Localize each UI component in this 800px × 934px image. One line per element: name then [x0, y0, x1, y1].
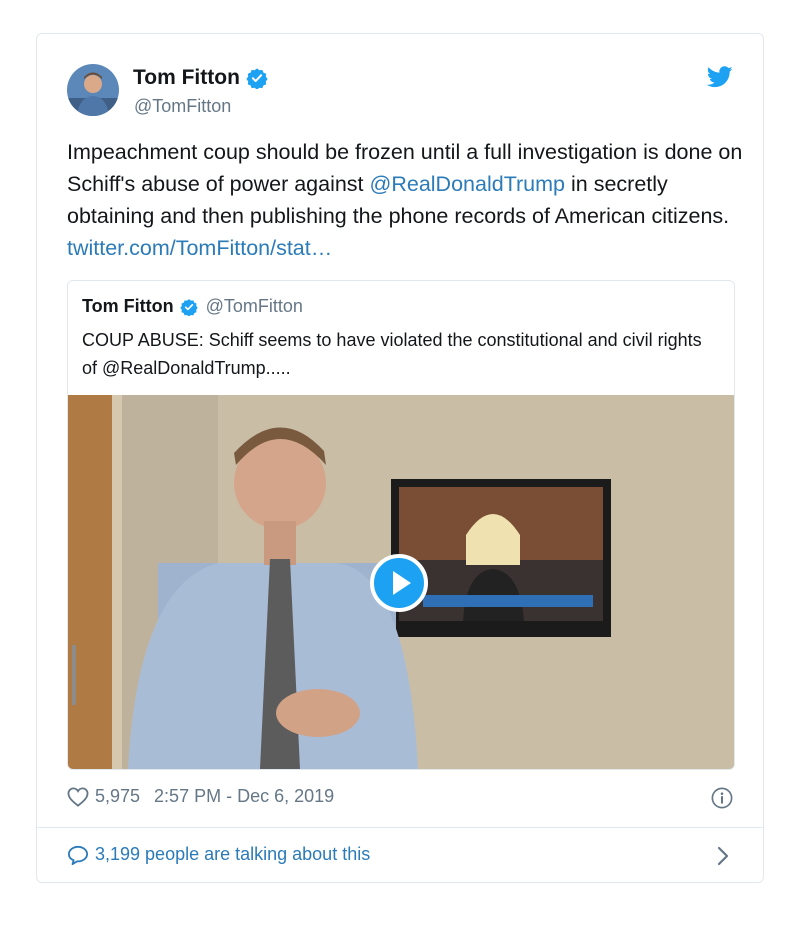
info-icon[interactable] [711, 787, 733, 809]
verified-badge-icon [179, 298, 198, 316]
quoted-handle: @TomFitton [205, 296, 303, 316]
video-thumbnail[interactable] [68, 395, 734, 769]
chevron-right-icon[interactable] [717, 846, 729, 866]
embedded-tweet-card[interactable]: Tom Fitton @TomFitton Impeachment coup s… [36, 33, 764, 883]
play-icon[interactable] [370, 554, 428, 612]
display-name[interactable]: Tom Fitton [133, 66, 240, 90]
divider [37, 827, 763, 828]
speech-bubble-icon [68, 845, 88, 865]
quoted-tweet-text: COUP ABUSE: Schiff seems to have violate… [82, 330, 702, 378]
like-count[interactable]: 5,975 [95, 786, 140, 807]
quoted-display-name: Tom Fitton [82, 296, 174, 316]
heart-icon[interactable] [67, 786, 89, 807]
mention-link[interactable]: @RealDonaldTrump [370, 172, 566, 196]
tweet-text: Impeachment coup should be frozen until … [67, 136, 747, 264]
conversation-link[interactable]: 3,199 people are talking about this [67, 844, 370, 865]
twitter-bird-icon[interactable] [707, 66, 733, 88]
verified-badge-icon [246, 68, 268, 89]
avatar[interactable] [67, 64, 119, 116]
talking-count[interactable]: 3,199 people are talking about this [95, 844, 370, 865]
handle[interactable]: @TomFitton [134, 96, 231, 117]
quoted-tweet[interactable]: Tom Fitton @TomFitton COUP ABUSE: Schiff… [67, 280, 735, 770]
tweet-link[interactable]: twitter.com/TomFitton/stat… [67, 236, 332, 260]
timestamp[interactable]: 2:57 PM - Dec 6, 2019 [154, 786, 334, 807]
